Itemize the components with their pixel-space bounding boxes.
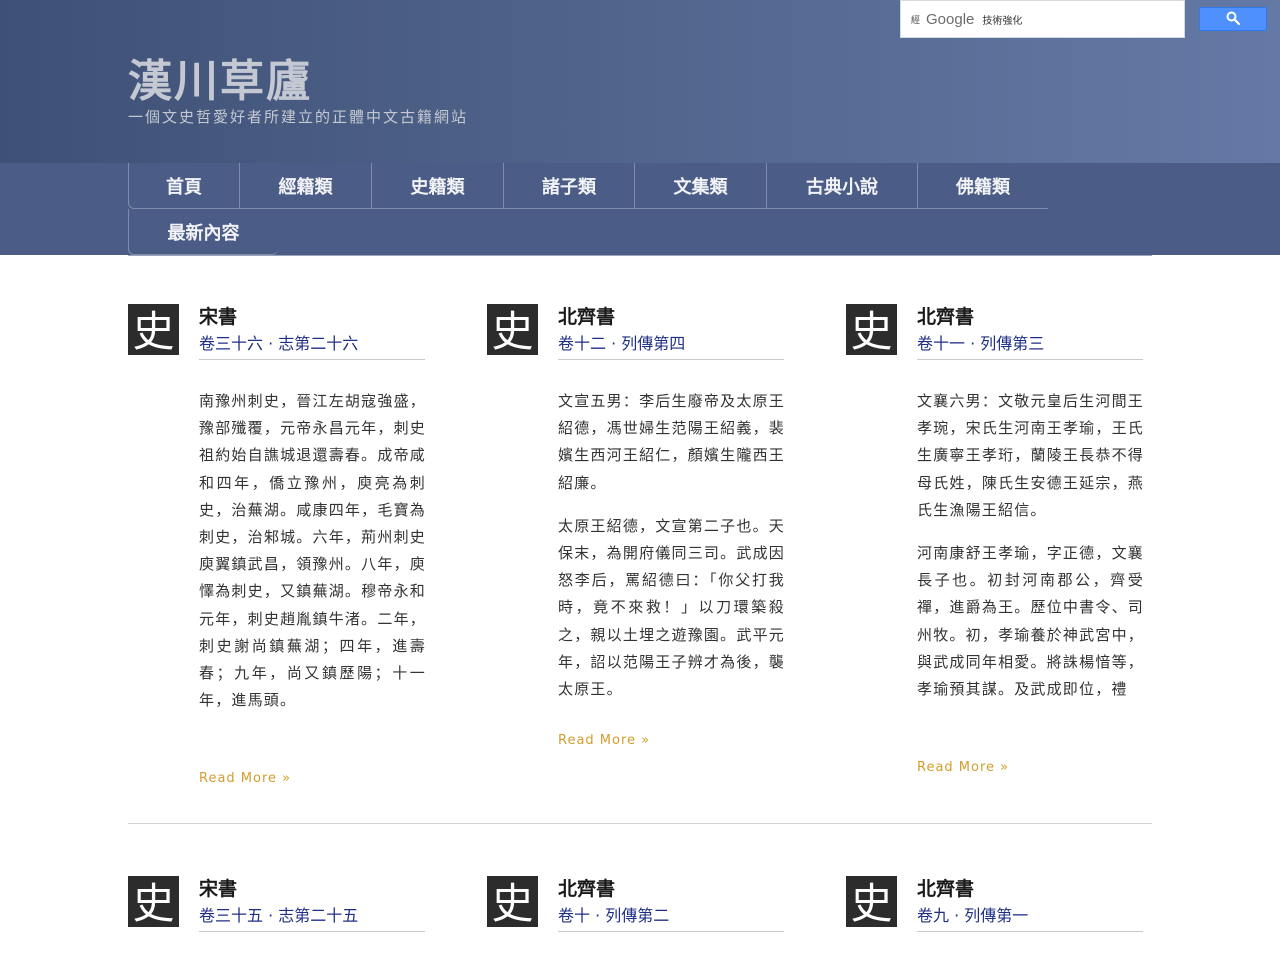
nav-row-1: 首頁 經籍類 史籍類 諸子類 文集類 古典小說 佛籍類 — [128, 163, 1048, 209]
nav-item-classic-novels[interactable]: 古典小說 — [767, 163, 918, 209]
history-icon: 史 — [850, 307, 892, 355]
nav-row-2: 最新內容 — [128, 209, 278, 255]
post-excerpt: 文宣五男：李后生廢帝及太原王紹德，馮世婦生范陽王紹義，裴嬪生西河王紹仁，顏嬪生隴… — [558, 388, 785, 719]
post-title-link[interactable]: 卷十一 · 列傳第三 — [917, 332, 1143, 360]
post-book-name: 北齊書 — [917, 878, 975, 900]
nav-item-buddhist[interactable]: 佛籍類 — [918, 163, 1048, 209]
nav-item-home[interactable]: 首頁 — [128, 163, 240, 209]
history-icon: 史 — [491, 307, 533, 355]
post-book-name: 北齊書 — [558, 878, 616, 900]
read-more-link[interactable]: Read More » — [558, 733, 650, 748]
search-brand-small: 經 — [911, 15, 921, 26]
main-navigation: 首頁 經籍類 史籍類 諸子類 文集類 古典小說 佛籍類 最新內容 — [0, 163, 1280, 256]
nav-item-histories[interactable]: 史籍類 — [372, 163, 504, 209]
history-icon: 史 — [491, 879, 533, 927]
post-thumbnail[interactable]: 史 — [128, 304, 179, 355]
site-title[interactable]: 漢川草廬 — [128, 52, 312, 112]
post-title-link[interactable]: 卷三十五 · 志第二十五 — [199, 904, 425, 932]
search-icon — [1226, 10, 1241, 29]
nav-item-classics[interactable]: 經籍類 — [240, 163, 372, 209]
post-excerpt: 南豫州刺史，晉江左胡寇強盛，豫部殲覆，元帝永昌元年，刺史祖約始自譙城退還壽春。成… — [199, 388, 426, 730]
post-book-name: 北齊書 — [917, 306, 975, 328]
nav-item-collections[interactable]: 文集類 — [635, 163, 767, 209]
post-thumbnail[interactable]: 史 — [487, 876, 538, 927]
post-title-link[interactable]: 卷十 · 列傳第二 — [558, 904, 784, 932]
post-paragraph: 太原王紹德，文宣第二子也。天保末，為開府儀同三司。武成因怒李后，罵紹德曰：「你父… — [558, 516, 785, 699]
post-paragraph: 南豫州刺史，晉江左胡寇強盛，豫部殲覆，元帝永昌元年，刺史祖約始自譙城退還壽春。成… — [199, 392, 426, 710]
post-title-link[interactable]: 卷九 · 列傳第一 — [917, 904, 1143, 932]
post-title-link[interactable]: 卷十二 · 列傳第四 — [558, 332, 784, 360]
post-book-name: 宋書 — [199, 878, 238, 900]
nav-bottom-line — [128, 255, 1152, 256]
read-more-link[interactable]: Read More » — [199, 771, 291, 786]
site-description: 一個文史哲愛好者所建立的正體中文古籍網站 — [128, 108, 469, 126]
history-icon: 史 — [132, 307, 174, 355]
post-thumbnail[interactable]: 史 — [846, 304, 897, 355]
post-book-name: 北齊書 — [558, 306, 616, 328]
history-icon: 史 — [132, 879, 174, 927]
post-book-name: 宋書 — [199, 306, 238, 328]
search-enhanced-label: 技術強化 — [982, 15, 1023, 27]
search-input[interactable]: 經 Google 技術強化 — [900, 0, 1185, 38]
post-paragraph: 文宣五男：李后生廢帝及太原王紹德，馮世婦生范陽王紹義，裴嬪生西河王紹仁，顏嬪生隴… — [558, 392, 785, 492]
post-excerpt: 文襄六男：文敬元皇后生河間王孝琬，宋氏生河南王孝瑜，王氏生廣寧王孝珩，蘭陵王長恭… — [917, 388, 1144, 719]
post-title-link[interactable]: 卷三十六 · 志第二十六 — [199, 332, 425, 360]
nav-item-philosophers[interactable]: 諸子類 — [504, 163, 635, 209]
post-paragraph: 文襄六男：文敬元皇后生河間王孝琬，宋氏生河南王孝瑜，王氏生廣寧王孝珩，蘭陵王長恭… — [917, 392, 1144, 519]
post-thumbnail[interactable]: 史 — [128, 876, 179, 927]
post-paragraph: 河南康舒王孝瑜，字正德，文襄長子也。初封河南郡公，齊受禪，進爵為王。歷位中書令、… — [917, 544, 1144, 699]
search-brand-logo: Google — [926, 10, 975, 28]
post-thumbnail[interactable]: 史 — [846, 876, 897, 927]
history-icon: 史 — [850, 879, 892, 927]
nav-item-latest[interactable]: 最新內容 — [128, 209, 278, 255]
row-divider — [128, 823, 1152, 824]
read-more-link[interactable]: Read More » — [917, 760, 1009, 775]
search-button[interactable] — [1199, 7, 1267, 31]
post-thumbnail[interactable]: 史 — [487, 304, 538, 355]
